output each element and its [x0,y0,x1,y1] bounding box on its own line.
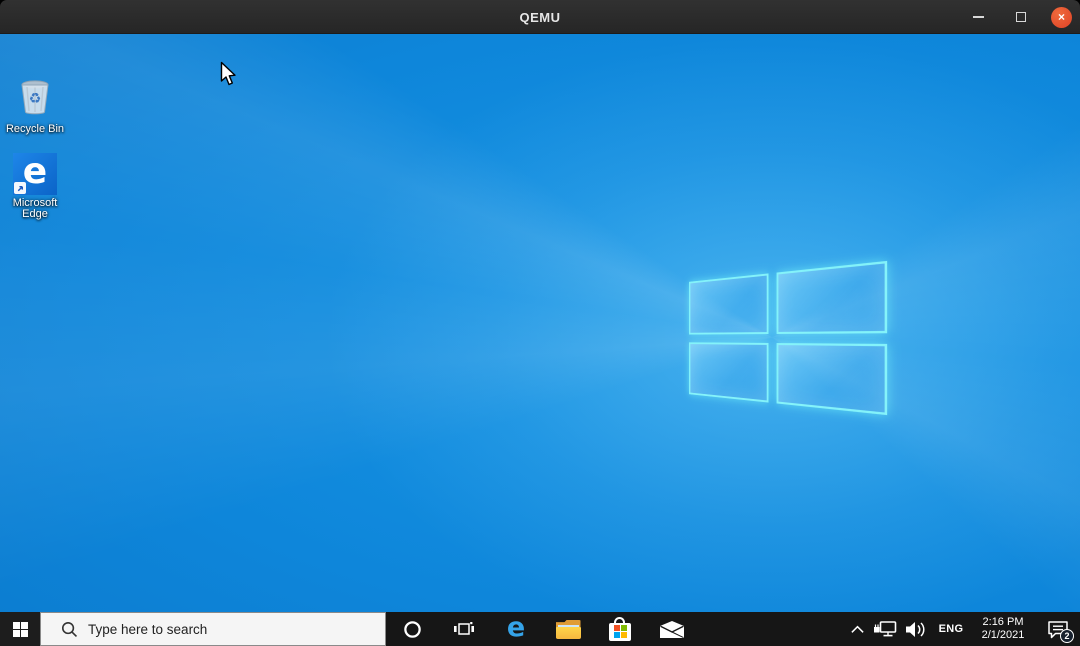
desktop-icon-recycle-bin[interactable]: ♻ Recycle Bin [0,76,70,135]
search-input[interactable] [88,621,358,637]
chevron-up-icon [850,625,864,633]
windows-start-icon [12,621,28,637]
window-title: QEMU [519,9,561,25]
shortcut-arrow-icon [14,182,26,194]
windows-logo-pane [688,341,769,403]
tray-date: 2/1/2021 [981,629,1025,641]
taskbar-edge-button[interactable]: e [490,612,542,646]
tray-clock[interactable]: 2:16 PM 2/1/2021 [970,612,1036,646]
maximize-icon [1016,12,1026,22]
minimize-button[interactable] [965,4,991,30]
mouse-cursor [220,61,236,86]
cortana-circle-icon [403,620,421,638]
edge-e-icon: e [506,612,526,643]
network-ethernet-icon [874,621,897,637]
windows-logo-pane [688,273,769,335]
search-icon [61,621,78,637]
recycle-bin-icon: ♻ [21,80,49,115]
tray-time: 2:16 PM [982,616,1024,628]
close-button[interactable]: × [1051,6,1072,28]
tray-volume-button[interactable] [900,612,932,646]
taskbar-task-view-button[interactable] [438,612,490,646]
tray-network-button[interactable] [870,612,900,646]
store-bag-icon [609,616,631,642]
window-controls: × [965,0,1072,34]
close-icon: × [1057,10,1065,24]
task-view-icon [454,622,474,635]
desktop[interactable]: ♻ Recycle Bin e Microsoft Edge [0,34,1080,612]
windows-logo-pane [776,260,888,334]
edge-tile-icon: e [13,153,57,195]
maximize-button[interactable] [1008,4,1034,30]
taskbar-store-button[interactable] [594,612,646,646]
desktop-icon-label: Microsoft Edge [12,197,58,220]
wallpaper-windows-logo [665,260,888,416]
taskbar-cortana-button[interactable] [386,612,438,646]
desktop-icon-label: Recycle Bin [5,123,65,135]
system-tray: ENG 2:16 PM 2/1/2021 2 [844,612,1080,646]
desktop-icon-microsoft-edge[interactable]: e Microsoft Edge [0,153,70,220]
mail-envelope-icon [660,620,684,638]
notification-badge: 2 [1060,629,1074,643]
start-button[interactable] [0,612,40,646]
folder-icon [555,619,581,639]
tray-hidden-icons-button[interactable] [844,612,870,646]
titlebar[interactable]: QEMU × [0,0,1080,34]
taskbar-mail-button[interactable] [646,612,698,646]
minimize-icon [972,16,984,18]
windows-logo-pane [776,342,888,416]
svg-text:♻: ♻ [29,91,42,107]
qemu-window: QEMU × ♻ Recycle Bin e Microsoft Edge Ty… [0,0,1080,646]
taskbar: e [0,612,1080,646]
action-center-button[interactable]: 2 [1036,612,1080,646]
taskbar-search[interactable] [40,612,386,646]
tray-language-indicator[interactable]: ENG [932,612,970,646]
taskbar-file-explorer-button[interactable] [542,612,594,646]
speaker-volume-icon [906,621,925,637]
